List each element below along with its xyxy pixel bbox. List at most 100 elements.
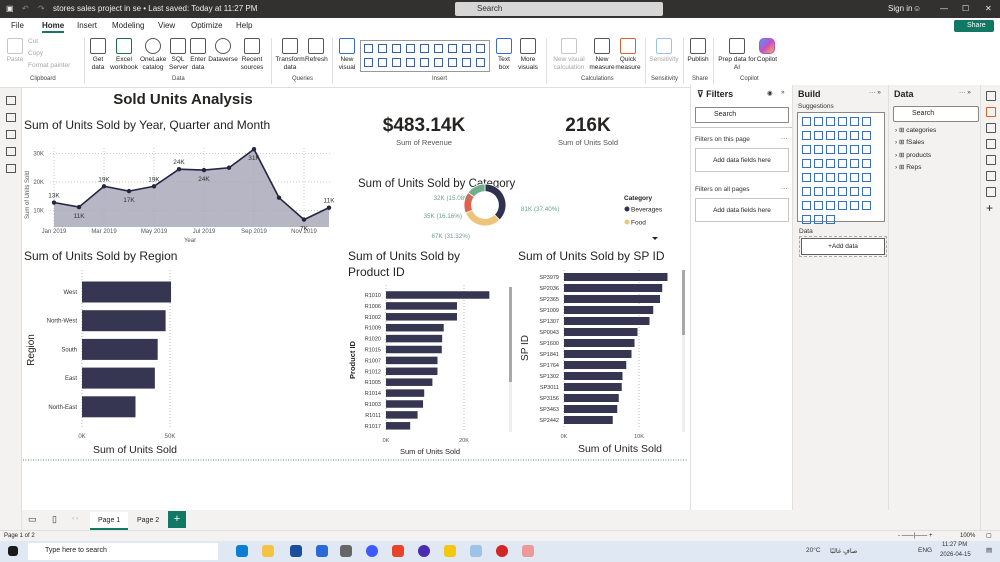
donut-chart-visual[interactable]: Sum of Units Sold by Category Category B… bbox=[358, 178, 663, 240]
table-item-products[interactable]: › ⊞ products bbox=[895, 151, 931, 159]
power-bi-icon[interactable] bbox=[444, 545, 456, 557]
onelake-catalog-button[interactable]: OneLake catalog bbox=[140, 38, 166, 72]
visual-type-icon[interactable] bbox=[378, 44, 387, 53]
visual-type-icon[interactable] bbox=[448, 58, 457, 67]
visual-type-icon[interactable] bbox=[802, 117, 811, 126]
filters-search-input[interactable]: Search bbox=[695, 107, 789, 123]
visual-type-icon[interactable] bbox=[826, 173, 835, 182]
account-icon[interactable]: ☺ bbox=[913, 4, 921, 13]
visual-type-icon[interactable] bbox=[826, 187, 835, 196]
visual-type-icon[interactable] bbox=[850, 173, 859, 182]
search-box[interactable]: Search bbox=[455, 2, 663, 16]
more-options-icon[interactable]: ··· bbox=[781, 185, 788, 192]
eye-icon[interactable]: ◉ bbox=[767, 89, 773, 97]
brave-icon[interactable] bbox=[392, 545, 404, 557]
sign-in-link[interactable]: Sign in bbox=[888, 4, 912, 13]
visual-type-icon[interactable] bbox=[826, 145, 835, 154]
table-view-icon[interactable] bbox=[6, 113, 16, 122]
add-data-button[interactable]: +Add data bbox=[799, 236, 887, 257]
model-view-icon[interactable] bbox=[6, 130, 16, 139]
dataverse-button[interactable]: Dataverse bbox=[208, 38, 238, 64]
more-options-icon[interactable]: ··· » bbox=[869, 89, 881, 96]
sp-bar-chart-visual[interactable]: Sum of Units Sold by SP ID SP ID Sum of … bbox=[518, 249, 685, 455]
add-pane-icon[interactable]: + bbox=[986, 202, 996, 214]
data-search-input[interactable]: Search bbox=[893, 106, 979, 122]
sql-server-button[interactable]: SQL Server bbox=[169, 38, 188, 72]
visual-gallery[interactable] bbox=[360, 40, 490, 72]
app-icon[interactable] bbox=[470, 545, 482, 557]
legend-scroll-down-icon[interactable] bbox=[652, 237, 658, 240]
file-explorer-icon[interactable] bbox=[262, 545, 274, 557]
visual-type-icon[interactable] bbox=[476, 44, 485, 53]
visual-type-icon[interactable] bbox=[462, 44, 471, 53]
tmdl-view-icon[interactable] bbox=[6, 164, 16, 173]
enter-data-button[interactable]: Enter data bbox=[189, 38, 207, 72]
tab-file[interactable]: File bbox=[11, 21, 24, 30]
visual-type-icon[interactable] bbox=[838, 173, 847, 182]
visual-type-icon[interactable] bbox=[826, 159, 835, 168]
visual-type-icon[interactable] bbox=[850, 145, 859, 154]
visual-type-icon[interactable] bbox=[420, 44, 429, 53]
maximize-button[interactable]: ☐ bbox=[962, 4, 969, 13]
new-measure-button[interactable]: New measure bbox=[588, 38, 616, 72]
close-button[interactable]: ✕ bbox=[985, 4, 992, 13]
desktop-layout-icon[interactable]: ▭ bbox=[28, 514, 37, 525]
filters-this-page-dropzone[interactable]: Add data fields here bbox=[695, 148, 789, 172]
visual-type-icon[interactable] bbox=[838, 145, 847, 154]
visual-type-icon[interactable] bbox=[814, 187, 823, 196]
document-title[interactable]: stores sales project in se • Last saved:… bbox=[53, 4, 257, 13]
prep-data-for-ai-button[interactable]: Prep data for AI bbox=[717, 38, 757, 72]
clock-date[interactable]: 2026-04-15 bbox=[940, 552, 971, 558]
table-item-fsales[interactable]: › ⊞ fSales bbox=[895, 138, 924, 146]
visual-type-icon[interactable] bbox=[814, 173, 823, 182]
performance-icon[interactable] bbox=[986, 139, 996, 149]
add-page-button[interactable]: + bbox=[168, 511, 186, 528]
scrollbar-thumb[interactable] bbox=[509, 287, 512, 382]
visual-type-icon[interactable] bbox=[826, 117, 835, 126]
paste-button[interactable]: Paste bbox=[5, 38, 25, 64]
visual-type-icon[interactable] bbox=[862, 145, 871, 154]
legend-item-beverages[interactable]: Beverages bbox=[631, 207, 663, 214]
visual-type-icon[interactable] bbox=[462, 58, 471, 67]
filters-all-pages-dropzone[interactable]: Add data fields here bbox=[695, 198, 789, 222]
more-options-icon[interactable]: ··· » bbox=[959, 89, 971, 96]
visual-type-icon[interactable] bbox=[378, 58, 387, 67]
visual-type-icon[interactable] bbox=[862, 201, 871, 210]
tab-modeling[interactable]: Modeling bbox=[112, 21, 144, 30]
visual-type-icon[interactable] bbox=[850, 159, 859, 168]
visual-type-icon[interactable] bbox=[838, 201, 847, 210]
bookmark-icon[interactable] bbox=[986, 155, 996, 165]
visual-type-icon[interactable] bbox=[448, 44, 457, 53]
store-icon[interactable] bbox=[290, 545, 302, 557]
publish-button[interactable]: Publish bbox=[686, 38, 710, 64]
transform-data-button[interactable]: Transform data bbox=[275, 38, 305, 72]
visual-type-icon[interactable] bbox=[392, 44, 401, 53]
visual-type-icon[interactable] bbox=[862, 173, 871, 182]
app-icon[interactable] bbox=[522, 545, 534, 557]
sensitivity-button[interactable]: Sensitivity bbox=[648, 38, 680, 64]
visual-type-icon[interactable] bbox=[802, 131, 811, 140]
outlook-icon[interactable] bbox=[316, 545, 328, 557]
tab-view[interactable]: View bbox=[158, 21, 175, 30]
mobile-layout-icon[interactable]: ▯ bbox=[52, 514, 57, 525]
more-options-icon[interactable]: ··· bbox=[781, 135, 788, 142]
visual-type-icon[interactable] bbox=[850, 117, 859, 126]
zoom-slider[interactable]: - ——|—— + bbox=[898, 533, 932, 539]
visual-type-icon[interactable] bbox=[850, 131, 859, 140]
copy-button[interactable]: Copy bbox=[28, 50, 43, 58]
format-icon[interactable] bbox=[986, 123, 996, 133]
text-box-button[interactable]: Text box bbox=[495, 38, 513, 72]
tab-help[interactable]: Help bbox=[236, 21, 252, 30]
zoom-app-icon[interactable] bbox=[366, 545, 378, 557]
visual-type-icon[interactable] bbox=[392, 58, 401, 67]
visual-type-icon[interactable] bbox=[826, 215, 835, 224]
sync-slicers-icon[interactable] bbox=[986, 171, 996, 181]
scrollbar-thumb[interactable] bbox=[682, 270, 685, 335]
undo-icon[interactable]: ↶ bbox=[22, 4, 29, 13]
visual-type-icon[interactable] bbox=[814, 145, 823, 154]
notifications-icon[interactable]: ▤ bbox=[986, 546, 992, 554]
edge-icon[interactable] bbox=[236, 545, 248, 557]
visual-type-icon[interactable] bbox=[862, 159, 871, 168]
language-indicator[interactable]: ENG bbox=[918, 547, 932, 554]
visual-type-icon[interactable] bbox=[802, 201, 811, 210]
